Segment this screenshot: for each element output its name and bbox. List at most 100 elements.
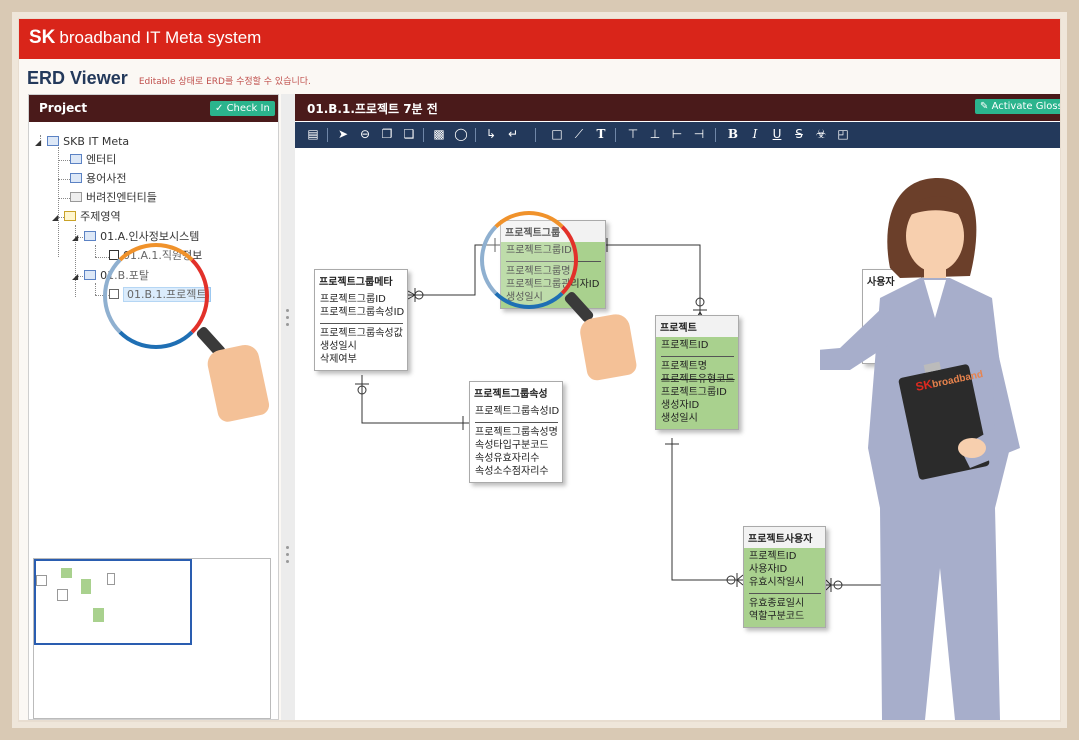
entity-attribute: 속성타입구분코드: [475, 440, 549, 451]
entity-key: 프로젝트그룹속성ID: [475, 406, 560, 417]
brand-logo[interactable]: SK broadband IT Meta system: [29, 27, 261, 49]
tree-node-label: 버려진엔터티들: [86, 191, 157, 204]
view-icon[interactable]: ◯: [453, 126, 469, 142]
relation-identifying-icon[interactable]: ↳: [483, 126, 499, 142]
check-in-button[interactable]: ✓ Check In: [210, 101, 275, 116]
text-icon[interactable]: T: [593, 126, 609, 142]
check-in-label: Check In: [226, 103, 270, 114]
discarded-entity-icon: [70, 192, 82, 202]
entity-attribute: 프로젝트유형코드: [661, 374, 735, 385]
project-tree: ◢ SKB IT Meta 엔터티 용어사전 버려진엔터티들 ◢ 주제영역 ◢ 01.…: [29, 125, 279, 555]
expand-toggle-icon[interactable]: ◢: [52, 213, 58, 222]
entity-project-user[interactable]: 프로젝트사용자 프로젝트ID 사용자ID 유효시작일시 유효종료일시 역할구분코…: [743, 526, 826, 628]
pointer-icon[interactable]: ➤: [335, 126, 351, 142]
entity-key: 사용자ID: [749, 564, 788, 575]
hand-illustration: [577, 312, 639, 382]
add-entity-icon[interactable]: ▩: [431, 126, 447, 142]
align-top-icon[interactable]: ⊤: [625, 126, 641, 142]
page-title: ERD Viewer: [27, 68, 128, 88]
diagram-title: 01.B.1.프로젝트 7분 전: [307, 102, 438, 116]
entity-attribute: 프로젝트그룹속성명: [475, 427, 558, 438]
minimap-entity: [36, 575, 47, 586]
magnifier-illustration: [480, 211, 578, 309]
app-window: SK broadband IT Meta system ERD Viewer Ed…: [19, 19, 1060, 720]
bold-icon[interactable]: B: [725, 126, 741, 142]
magnifier-illustration: [103, 243, 209, 349]
minimap-entity: [61, 568, 72, 578]
entity-attribute: 생성자ID: [661, 400, 700, 411]
relation-nonidentifying-icon[interactable]: ↵: [505, 126, 521, 142]
paste-icon[interactable]: ❑: [401, 126, 417, 142]
activate-glossary-button[interactable]: ✎ Activate Glossary: [975, 99, 1060, 114]
minimap-entity: [57, 589, 68, 601]
copy-icon[interactable]: ❐: [379, 126, 395, 142]
save-icon[interactable]: ▤: [305, 126, 321, 142]
underline-icon[interactable]: U: [769, 126, 785, 142]
minimap-viewport[interactable]: [34, 559, 192, 645]
minimap-entity: [81, 579, 91, 594]
entity-title: 프로젝트그룹메타: [315, 270, 407, 291]
line-icon[interactable]: ⟋: [571, 126, 587, 142]
cut-icon[interactable]: ⊖: [357, 126, 373, 142]
text-color-icon[interactable]: ☣: [813, 126, 829, 142]
project-panel-title: Project: [39, 101, 88, 115]
tree-node-label: SKB IT Meta: [63, 135, 130, 148]
presenter-illustration: [820, 178, 1020, 720]
tree-node-entity[interactable]: 엔터티: [70, 152, 116, 168]
entity-attribute: 삭제여부: [320, 354, 357, 365]
tree-node-label: 엔터티: [86, 153, 117, 166]
entity-attribute: 유효종료일시: [749, 598, 805, 609]
strikethrough-icon[interactable]: S: [791, 126, 807, 142]
entity-title: 프로젝트: [656, 316, 738, 337]
entity-title: 프로젝트사용자: [744, 527, 825, 548]
entity-attribute: 역할구분코드: [749, 611, 805, 622]
tree-node-label: 01.A.인사정보시스템: [100, 230, 200, 243]
entity-attribute: 속성소수점자리수: [475, 466, 549, 477]
top-bar: SK broadband IT Meta system: [19, 19, 1060, 59]
entity-attribute: 프로젝트명: [661, 361, 707, 372]
erd-panel-header: 01.B.1.프로젝트 7분 전 ✎ Activate Glossary: [295, 94, 1060, 121]
italic-icon[interactable]: I: [747, 126, 763, 142]
relation-group-project: [606, 244, 701, 321]
brand-sk: SK: [29, 27, 56, 48]
tree-node-hr-system[interactable]: ◢ 01.A.인사정보시스템: [72, 229, 199, 245]
fill-color-icon[interactable]: ◰: [835, 126, 851, 142]
expand-toggle-icon[interactable]: ◢: [35, 138, 41, 147]
entity-attribute: 프로젝트그룹ID: [661, 387, 727, 398]
entity-project-group-attribute[interactable]: 프로젝트그룹속성 프로젝트그룹속성ID 프로젝트그룹속성명 속성타입구분코드 속…: [469, 381, 563, 483]
align-right-icon[interactable]: ⊣: [691, 126, 707, 142]
expand-toggle-icon[interactable]: ◢: [72, 233, 78, 242]
entity-key: 유효시작일시: [749, 577, 805, 588]
project-panel-header: Project ✓ Check In: [29, 95, 278, 122]
glossary-icon: [70, 173, 82, 183]
tree-node-label: 용어사전: [86, 172, 127, 185]
panel-splitter[interactable]: [281, 94, 295, 720]
entity-key: 프로젝트그룹속성ID: [320, 307, 405, 318]
tree-node-discarded[interactable]: 버려진엔터티들: [70, 190, 157, 206]
minimap-entity: [93, 608, 104, 622]
tree-node-root[interactable]: ◢ SKB IT Meta: [35, 134, 129, 150]
relation-project-user: [671, 438, 743, 581]
minimap[interactable]: [33, 558, 271, 719]
expand-toggle-icon[interactable]: ◢: [72, 272, 78, 281]
align-left-icon[interactable]: ⊢: [669, 126, 685, 142]
tree-node-glossary[interactable]: 용어사전: [70, 171, 126, 187]
activate-glossary-label: Activate Glossary: [991, 101, 1060, 112]
tree-node-subject-area[interactable]: ◢ 주제영역: [52, 209, 121, 225]
hand-illustration: [205, 342, 271, 424]
entity-title: 프로젝트그룹속성: [470, 382, 562, 403]
entity-project[interactable]: 프로젝트 프로젝트ID 프로젝트명 프로젝트유형코드 프로젝트그룹ID 생성자I…: [655, 315, 739, 430]
sitemap-icon: [47, 136, 60, 146]
brand-name: broadband IT Meta system: [59, 28, 262, 47]
entity-key: 프로젝트그룹ID: [320, 294, 386, 305]
folder-icon: [84, 270, 97, 280]
align-bottom-icon[interactable]: ⊥: [647, 126, 663, 142]
entity-project-group-meta[interactable]: 프로젝트그룹메타 프로젝트그룹ID 프로젝트그룹속성ID 프로젝트그룹속성값 생…: [314, 269, 408, 371]
entity-key: 프로젝트ID: [661, 340, 709, 351]
page-subtitle: Editable 상태로 ERD를 수정할 수 있습니다.: [138, 77, 311, 87]
minimap-entity: [107, 573, 115, 585]
entity-attribute: 프로젝트그룹속성값: [320, 328, 403, 339]
rectangle-icon[interactable]: □: [549, 126, 565, 142]
erd-canvas[interactable]: 프로젝트그룹메타 프로젝트그룹ID 프로젝트그룹속성ID 프로젝트그룹속성값 생…: [295, 148, 1060, 720]
title-row: ERD Viewer Editable 상태로 ERD를 수정할 수 있습니다.: [27, 68, 311, 90]
